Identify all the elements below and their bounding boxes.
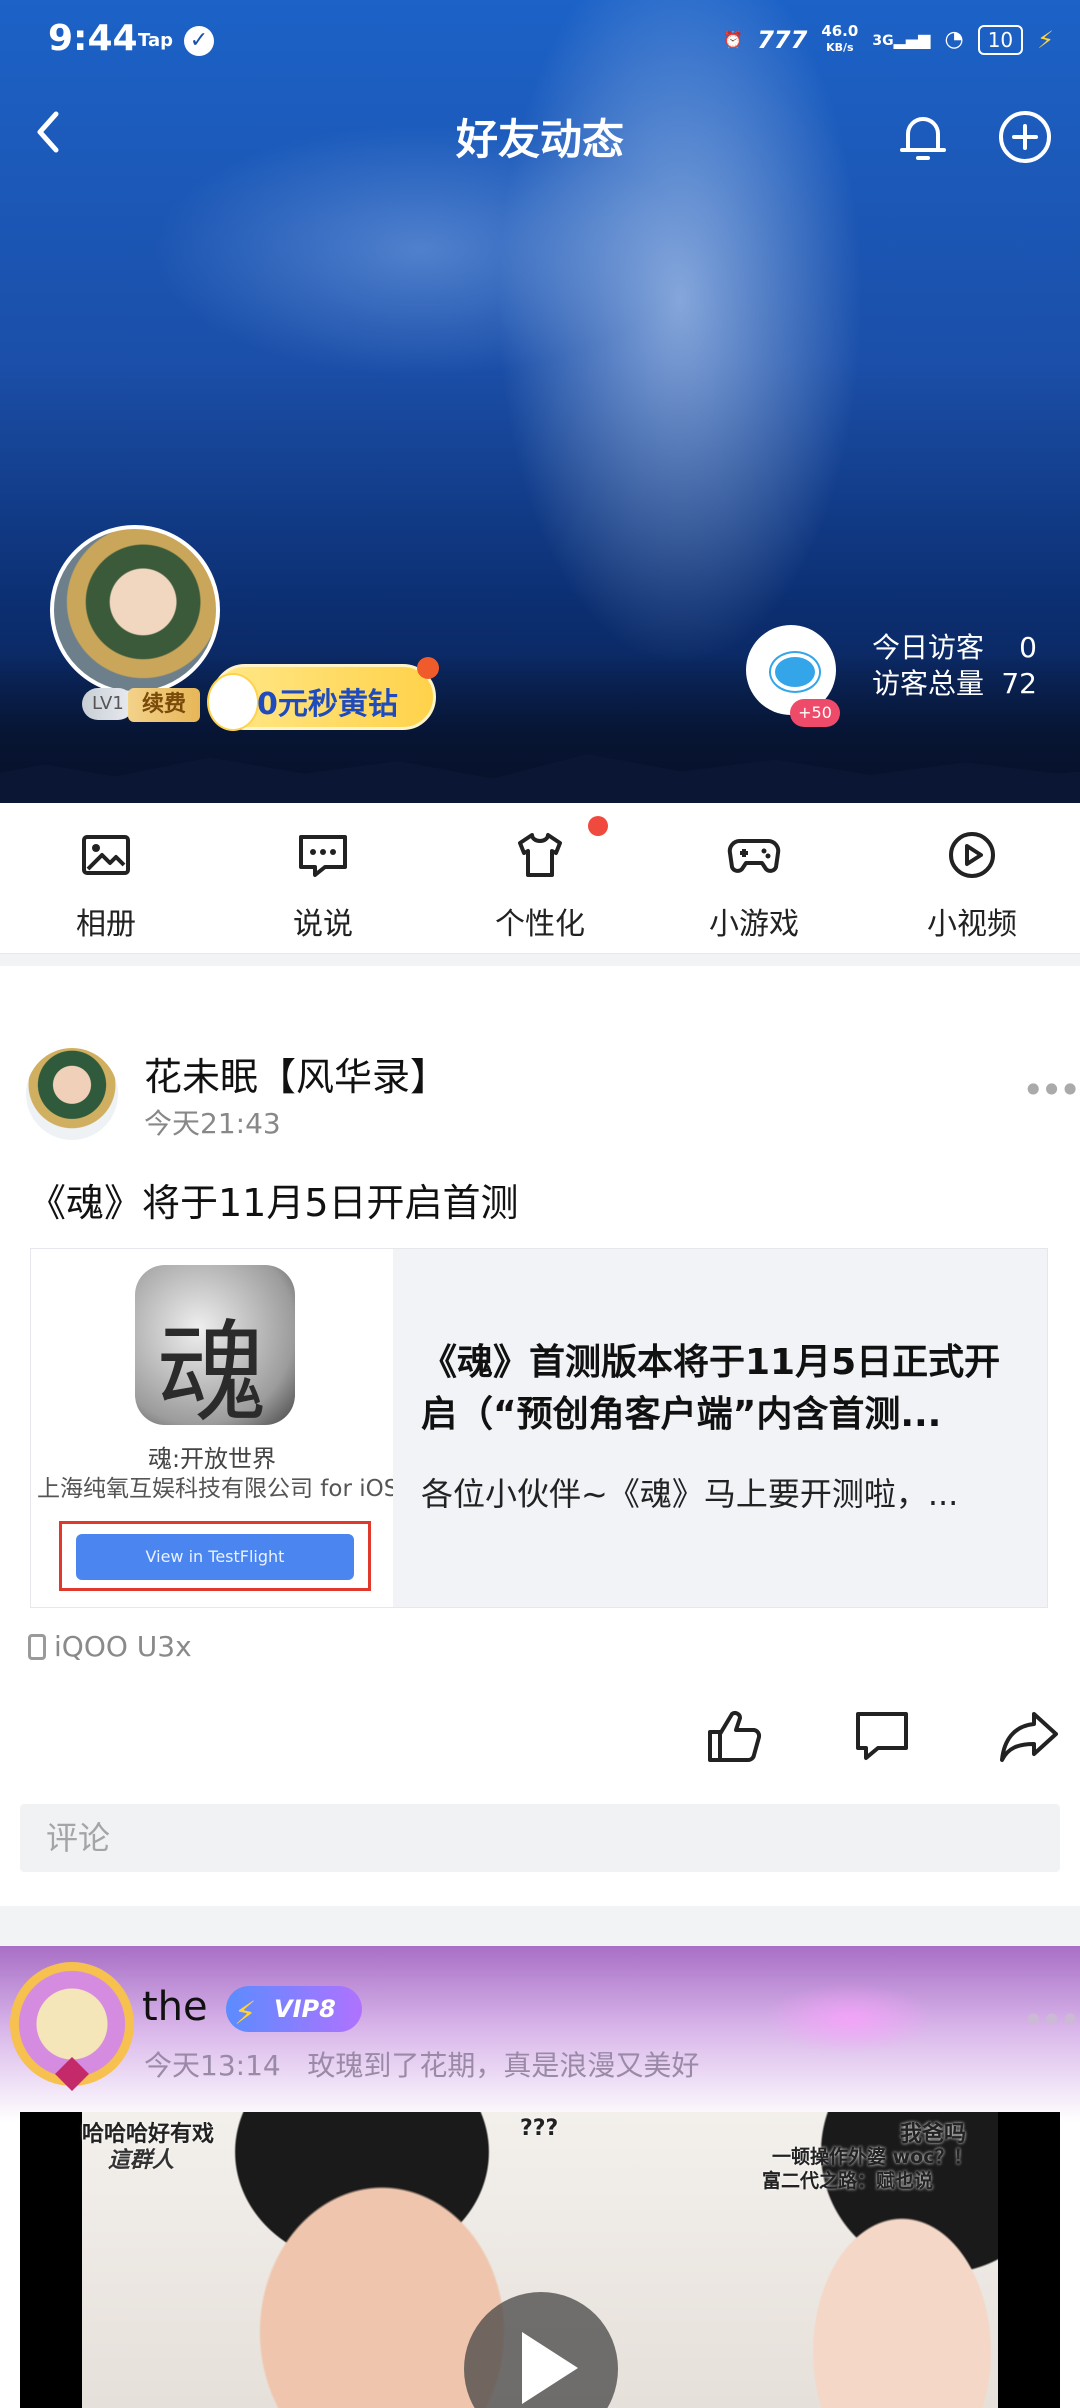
play-circle-icon	[949, 832, 995, 878]
nav-shuoshuo[interactable]: 说说	[253, 827, 393, 943]
nav-label: 小游戏	[709, 907, 799, 942]
nav-minigame[interactable]: 小游戏	[684, 827, 824, 943]
gem-icon	[55, 2057, 89, 2091]
vip-label: VIP8	[274, 1995, 336, 2023]
gift-icon	[417, 657, 439, 679]
tap-icon: Tap	[138, 30, 173, 51]
wifi-icon: ◔	[944, 27, 964, 52]
visitor-badge: +50	[790, 699, 840, 727]
total-visitor-label: 访客总量	[872, 667, 985, 700]
visitor-stats[interactable]: 今日访客 0 访客总量 72	[872, 630, 1037, 702]
vip-badge[interactable]: ⚡ VIP8	[226, 1986, 362, 2032]
link-card[interactable]: 魂 魂:开放世界 上海纯氧互娱科技有限公司 for iOS View in Te…	[30, 1248, 1048, 1608]
carrier-icon: 777	[757, 25, 808, 54]
app-logo: 魂	[135, 1265, 295, 1425]
feature-nav: 相册 说说 个性化 小游戏 小视频	[0, 803, 1080, 954]
add-icon[interactable]	[990, 102, 1060, 172]
device-name: iQOO U3x	[54, 1630, 192, 1663]
play-icon	[522, 2332, 578, 2404]
promo-label: 0元秒黄钻	[257, 687, 398, 722]
video-player[interactable]: 哈哈哈好有戏 這群人 ??? 我爸吗 一顿操作外婆 woc？！ 富二代之路：赋也…	[20, 2112, 1060, 2408]
promo-button[interactable]: 0元秒黄钻	[207, 657, 439, 731]
decoration-wings	[720, 1946, 980, 2066]
app-company: 上海纯氧互娱科技有限公司 for iOS	[37, 1476, 393, 1502]
notification-dot	[588, 816, 608, 836]
renew-button[interactable]: 续费	[128, 688, 200, 722]
card-thumbnail: 魂 魂:开放世界 上海纯氧互娱科技有限公司 for iOS View in Te…	[31, 1249, 393, 1607]
status-bar: 9:44 Tap ✓ ⏰ 777 46.0 KB/s 3G▂▄▆ ◔ 10 ⚡	[0, 0, 1080, 84]
testflight-button: View in TestFlight	[76, 1534, 354, 1580]
total-visitor-value: 72	[1001, 667, 1037, 700]
post-time: 今天13:14 玫瑰到了花期，真是浪漫又美好	[144, 2049, 700, 2082]
feed-post: the ⚡ VIP8 ••• 今天13:14 玫瑰到了花期，真是浪漫又美好 哈哈哈…	[0, 1946, 1080, 2408]
nav-label: 个性化	[495, 907, 585, 942]
post-text: 《魂》将于11月5日开启首测	[28, 1181, 519, 1225]
top-bar: 好友动态	[0, 84, 1080, 180]
post-author[interactable]: 花未眠【风华录】	[144, 1046, 448, 1101]
bolt-icon: ⚡	[234, 1994, 257, 2032]
gamepad-icon	[727, 839, 781, 873]
status-right: ⏰ 777 46.0 KB/s 3G▂▄▆ ◔ 10 ⚡	[723, 24, 1054, 55]
bell-icon[interactable]	[888, 102, 958, 172]
comment-input[interactable]: 评论	[20, 1804, 1060, 1872]
eye-pupil	[771, 653, 819, 691]
video-caption: 富二代之路：赋也说	[762, 2170, 934, 2192]
post-author[interactable]: the	[142, 1984, 208, 2030]
alarm-icon: ⏰	[723, 30, 744, 49]
today-visitor-label: 今日访客	[872, 631, 985, 664]
nav-shortvideo[interactable]: 小视频	[902, 827, 1042, 943]
video-caption: ???	[520, 2116, 559, 2141]
video-caption: 一顿操作外婆 woc？！	[772, 2146, 973, 2168]
video-caption: 這群人	[108, 2148, 175, 2173]
shirt-icon	[518, 833, 562, 877]
profile-avatar[interactable]	[50, 525, 220, 695]
post-time: 今天21:43	[144, 1107, 281, 1140]
nav-label: 小视频	[927, 907, 1017, 942]
level-badge: LV1	[82, 688, 134, 720]
feed-post: 花未眠【风华录】 今天21:43 ••• 《魂》将于11月5日开启首测 魂 魂:…	[0, 966, 1080, 1906]
phone-icon	[28, 1633, 46, 1660]
signal-icon: 3G▂▄▆	[872, 30, 931, 49]
nav-personalize[interactable]: 个性化	[470, 827, 610, 943]
battery-icon: 10	[977, 24, 1024, 55]
profile-cover: 9:44 Tap ✓ ⏰ 777 46.0 KB/s 3G▂▄▆ ◔ 10 ⚡ 好…	[0, 0, 1080, 803]
card-title: 《魂》首测版本将于11月5日正式开启（“预创角客户端”内含首测...	[421, 1342, 1001, 1435]
check-icon: ✓	[184, 26, 214, 56]
like-icon[interactable]	[704, 1706, 764, 1766]
avatar[interactable]	[10, 1962, 134, 2091]
nav-album[interactable]: 相册	[36, 827, 176, 943]
highlight-box: View in TestFlight	[59, 1521, 371, 1591]
nav-label: 相册	[76, 907, 136, 942]
nav-label: 说说	[293, 907, 353, 942]
more-icon[interactable]: •••	[1022, 1068, 1080, 1112]
avatar[interactable]	[26, 1048, 118, 1140]
today-visitor-value: 0	[1019, 631, 1037, 664]
more-icon[interactable]: •••	[1022, 1998, 1080, 2042]
charging-icon: ⚡	[1037, 25, 1054, 54]
status-time: 9:44	[48, 18, 138, 59]
network-speed: 46.0 KB/s	[821, 22, 859, 55]
message-icon	[299, 835, 347, 877]
bunny-icon	[207, 673, 259, 731]
card-description: 各位小伙伴~《魂》马上要开测啦，...	[421, 1475, 959, 1513]
device-tag: iQOO U3x	[28, 1630, 192, 1663]
post-caption: 玫瑰到了花期，真是浪漫又美好	[307, 2049, 700, 2082]
photo-icon	[82, 835, 130, 875]
share-icon[interactable]	[998, 1706, 1060, 1766]
comment-icon[interactable]	[852, 1706, 912, 1766]
